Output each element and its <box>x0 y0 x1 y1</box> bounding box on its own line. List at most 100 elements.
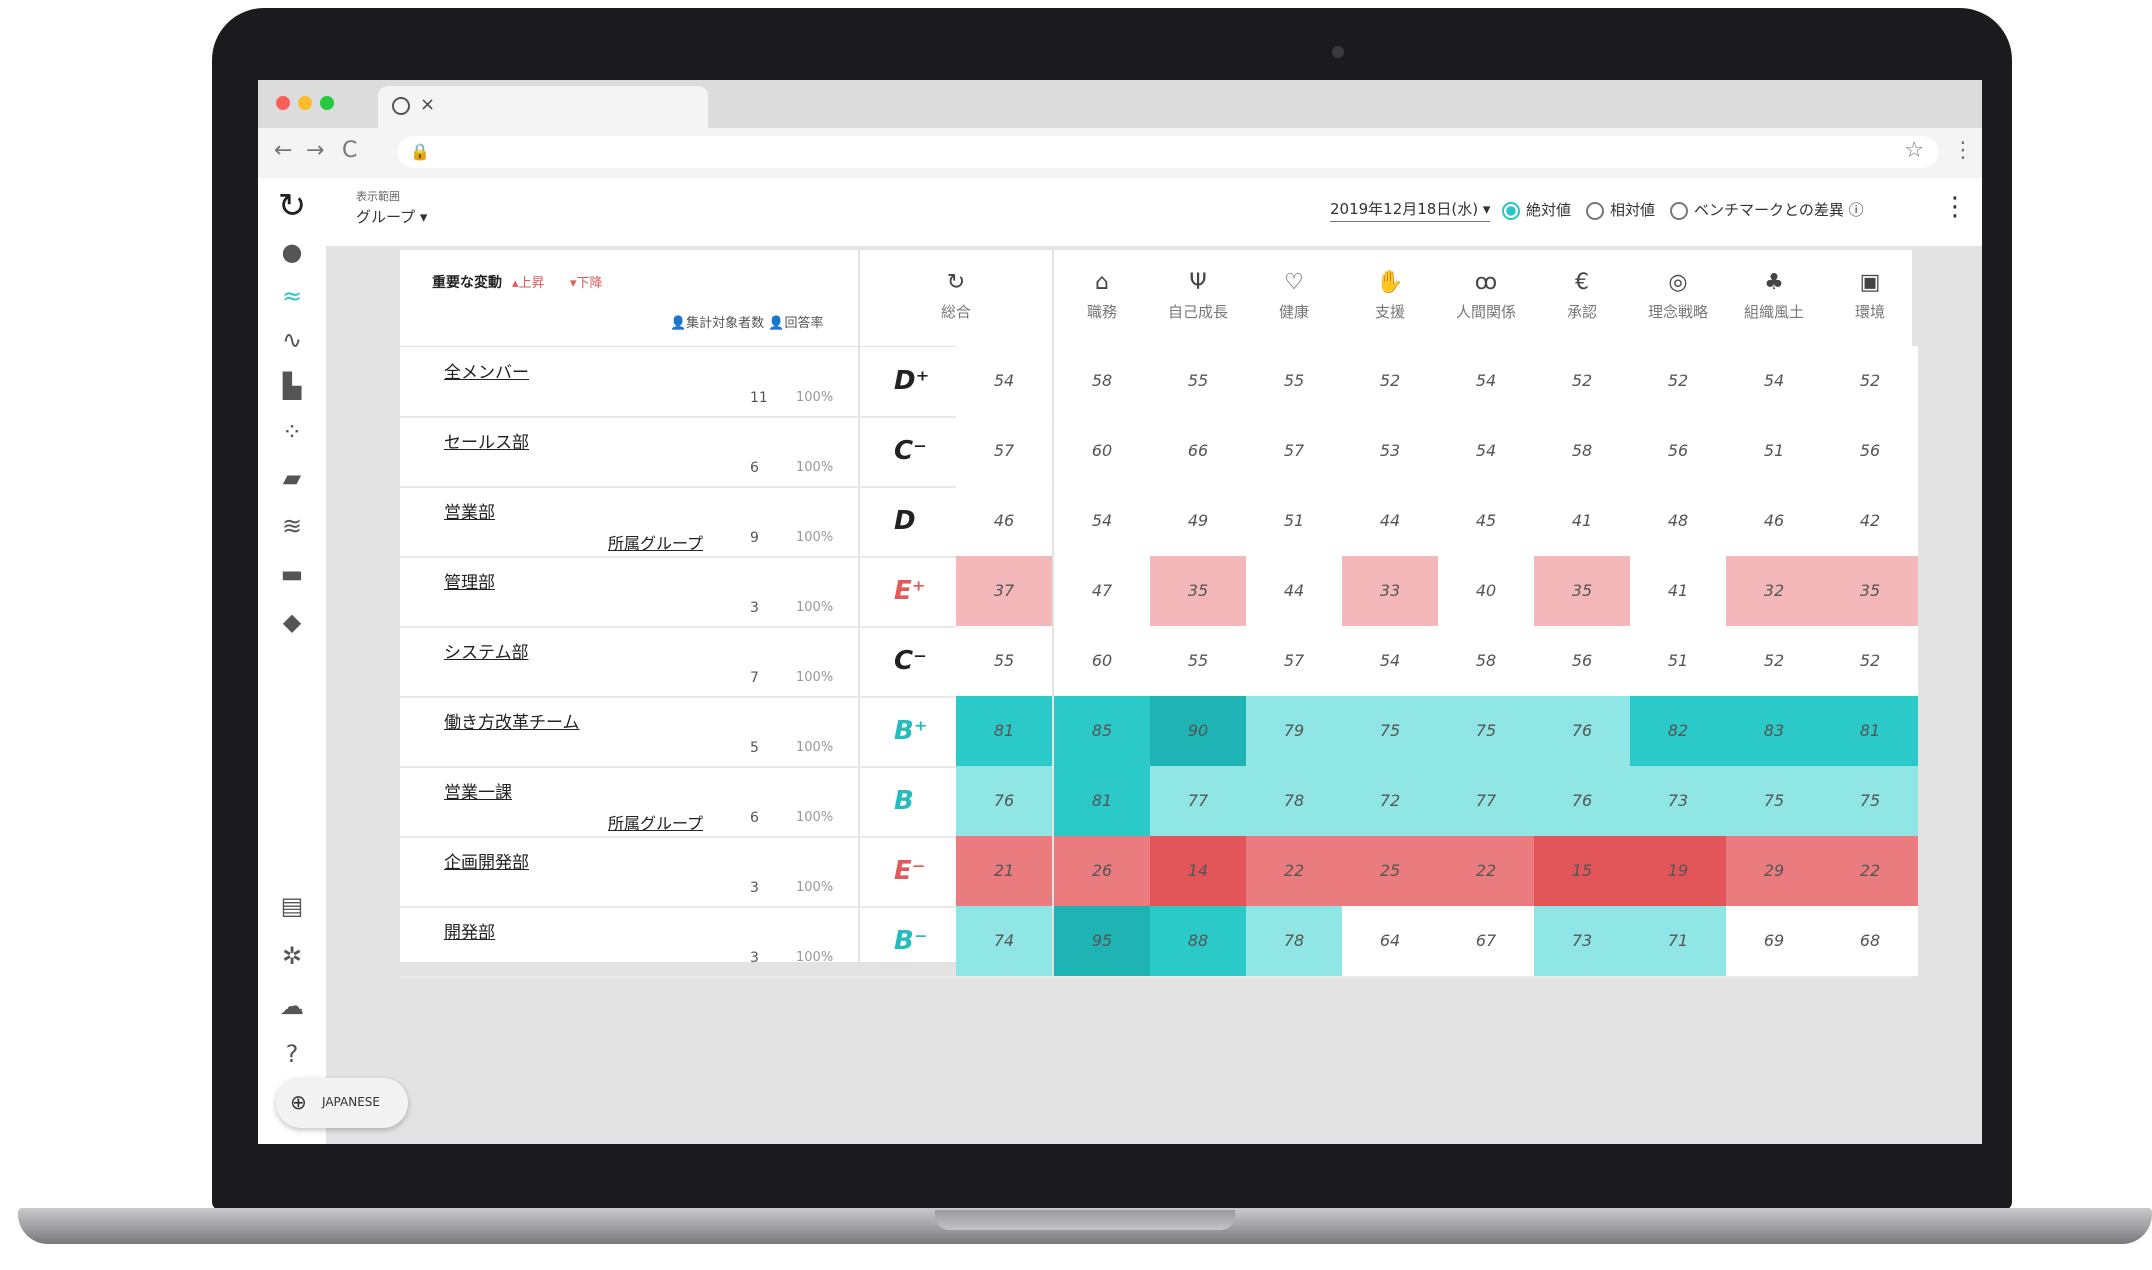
score-cell[interactable]: 51 <box>1726 416 1822 486</box>
table-row[interactable]: 全メンバー 11 100% D⁺ 54 58 55 55 52 54 52 52 54 52 <box>400 346 1918 418</box>
score-cell[interactable]: 45 <box>1438 486 1534 556</box>
total-column-header[interactable]: ↻ 総合 <box>860 250 1052 347</box>
table-row[interactable]: 企画開発部 3 100% E⁻ 21 26 14 22 25 22 15 19 29 22 <box>400 836 1918 908</box>
row-name[interactable]: システム部 <box>444 638 529 663</box>
date-select[interactable]: 2019年12月18日(水) ▾ <box>1330 198 1491 222</box>
score-cell[interactable]: 76 <box>1534 696 1630 766</box>
score-cell[interactable]: 69 <box>1726 906 1822 976</box>
score-cell[interactable]: 55 <box>1150 626 1246 696</box>
person-dots-icon[interactable]: ⁘ <box>258 418 326 446</box>
score-cell[interactable]: 41 <box>1630 556 1726 626</box>
score-cell[interactable]: 72 <box>1342 766 1438 836</box>
score-cell[interactable]: 76 <box>1534 766 1630 836</box>
radio-relative[interactable] <box>1586 202 1604 220</box>
score-cell[interactable]: 56 <box>1534 626 1630 696</box>
row-group-link[interactable]: 所属グループ <box>608 810 703 834</box>
score-cell[interactable]: 56 <box>1822 416 1918 486</box>
row-total-score[interactable]: 21 <box>956 836 1052 906</box>
score-cell[interactable]: 83 <box>1726 696 1822 766</box>
group-select[interactable]: グループ ▾ <box>356 206 427 227</box>
row-total-score[interactable]: 81 <box>956 696 1052 766</box>
row-total-score[interactable]: 57 <box>956 416 1052 486</box>
row-group-link[interactable]: 所属グループ <box>608 530 703 554</box>
score-cell[interactable]: 33 <box>1342 556 1438 626</box>
score-cell[interactable]: 71 <box>1630 906 1726 976</box>
column-header-0[interactable]: ⌂ 職務 <box>1054 250 1150 347</box>
language-button[interactable]: ⊕ JAPANESE <box>276 1078 408 1128</box>
logo-icon[interactable]: ↻ <box>258 186 326 226</box>
reload-icon[interactable]: C <box>342 138 357 163</box>
score-cell[interactable]: 58 <box>1534 416 1630 486</box>
score-cell[interactable]: 32 <box>1726 556 1822 626</box>
score-cell[interactable]: 57 <box>1246 416 1342 486</box>
trend-icon[interactable]: ≈ <box>258 282 326 310</box>
score-cell[interactable]: 54 <box>1438 346 1534 416</box>
score-cell[interactable]: 46 <box>1726 486 1822 556</box>
building-icon[interactable]: ▙ <box>258 372 326 400</box>
column-header-8[interactable]: ▣ 環境 <box>1822 250 1918 347</box>
score-cell[interactable]: 88 <box>1150 906 1246 976</box>
line-chart-icon[interactable]: ∿ <box>258 326 326 354</box>
score-cell[interactable]: 82 <box>1630 696 1726 766</box>
row-total-score[interactable]: 46 <box>956 486 1052 556</box>
score-cell[interactable]: 54 <box>1054 486 1150 556</box>
score-cell[interactable]: 90 <box>1150 696 1246 766</box>
table-row[interactable]: 営業部 所属グループ 9 100% D 46 54 49 51 44 45 41 48 46 42 <box>400 486 1918 558</box>
tab-close-icon[interactable]: × <box>420 94 435 115</box>
row-name[interactable]: 企画開発部 <box>444 848 529 873</box>
browser-tab[interactable]: × <box>378 86 708 128</box>
score-cell[interactable]: 60 <box>1054 416 1150 486</box>
score-cell[interactable]: 73 <box>1534 906 1630 976</box>
score-cell[interactable]: 22 <box>1246 836 1342 906</box>
column-header-6[interactable]: ◎ 理念戦略 <box>1630 250 1726 347</box>
table-row[interactable]: 開発部 3 100% B⁻ 74 95 88 78 64 67 73 71 69 68 <box>400 906 1918 978</box>
score-cell[interactable]: 77 <box>1438 766 1534 836</box>
row-total-score[interactable]: 37 <box>956 556 1052 626</box>
radio-absolute[interactable] <box>1502 202 1520 220</box>
score-cell[interactable]: 35 <box>1822 556 1918 626</box>
row-total-score[interactable]: 76 <box>956 766 1052 836</box>
person-icon[interactable]: ● <box>258 238 326 266</box>
gear-icon[interactable]: ✲ <box>258 942 326 970</box>
score-cell[interactable]: 52 <box>1726 626 1822 696</box>
back-icon[interactable]: ← <box>274 138 292 163</box>
score-cell[interactable]: 48 <box>1630 486 1726 556</box>
score-cell[interactable]: 14 <box>1150 836 1246 906</box>
help-icon[interactable]: ? <box>258 1040 326 1068</box>
row-total-score[interactable]: 55 <box>956 626 1052 696</box>
column-header-4[interactable]: ꝏ 人間関係 <box>1438 250 1534 347</box>
score-cell[interactable]: 58 <box>1054 346 1150 416</box>
column-header-1[interactable]: Ψ 自己成長 <box>1150 250 1246 347</box>
column-header-5[interactable]: € 承認 <box>1534 250 1630 347</box>
score-cell[interactable]: 58 <box>1438 626 1534 696</box>
score-cell[interactable]: 49 <box>1150 486 1246 556</box>
row-name[interactable]: 全メンバー <box>444 358 529 383</box>
minimize-window-dot[interactable] <box>298 96 312 110</box>
table-row[interactable]: システム部 7 100% C⁻ 55 60 55 57 54 58 56 51 52 52 <box>400 626 1918 698</box>
column-header-3[interactable]: ✋ 支援 <box>1342 250 1438 347</box>
score-cell[interactable]: 68 <box>1822 906 1918 976</box>
row-name[interactable]: 管理部 <box>444 568 495 593</box>
maximize-window-dot[interactable] <box>320 96 334 110</box>
score-cell[interactable]: 56 <box>1630 416 1726 486</box>
score-cell[interactable]: 75 <box>1726 766 1822 836</box>
score-cell[interactable]: 52 <box>1534 346 1630 416</box>
row-name[interactable]: 営業部 <box>444 498 495 523</box>
score-cell[interactable]: 67 <box>1438 906 1534 976</box>
score-cell[interactable]: 44 <box>1342 486 1438 556</box>
score-cell[interactable]: 73 <box>1630 766 1726 836</box>
score-cell[interactable]: 78 <box>1246 766 1342 836</box>
score-cell[interactable]: 75 <box>1342 696 1438 766</box>
radio-benchmark[interactable] <box>1670 202 1688 220</box>
score-cell[interactable]: 25 <box>1342 836 1438 906</box>
address-field[interactable]: 🔒 ☆ <box>398 136 1938 168</box>
row-name[interactable]: セールス部 <box>444 428 529 453</box>
row-name[interactable]: 働き方改革チーム <box>444 708 580 733</box>
wifi-icon[interactable]: ≋ <box>258 512 326 540</box>
score-cell[interactable]: 81 <box>1054 766 1150 836</box>
score-cell[interactable]: 77 <box>1150 766 1246 836</box>
score-cell[interactable]: 57 <box>1246 626 1342 696</box>
table-row[interactable]: セールス部 6 100% C⁻ 57 60 66 57 53 54 58 56 51 56 <box>400 416 1918 488</box>
score-cell[interactable]: 55 <box>1246 346 1342 416</box>
row-total-score[interactable]: 54 <box>956 346 1052 416</box>
